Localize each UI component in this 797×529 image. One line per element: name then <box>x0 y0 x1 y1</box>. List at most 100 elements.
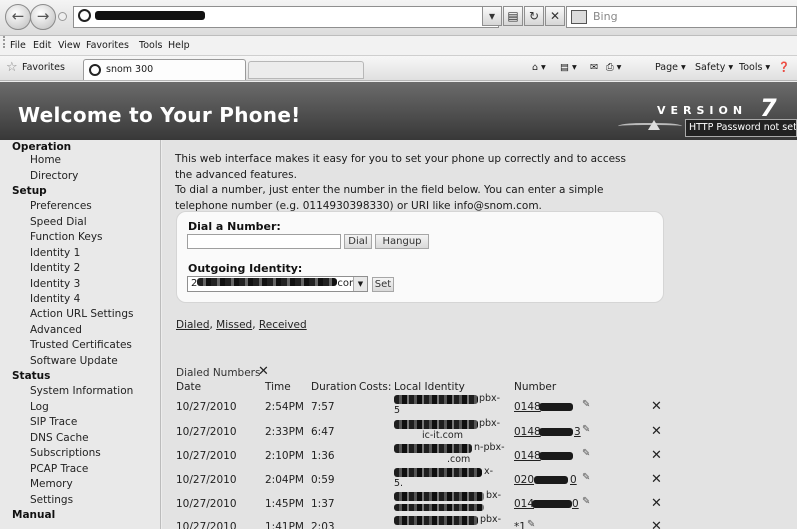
address-dropdown-button[interactable]: ▾ <box>482 6 502 26</box>
safety-menu[interactable]: Safety ▾ <box>695 62 733 73</box>
sidebar-item-directory[interactable]: Directory <box>30 170 78 182</box>
favorites-button[interactable]: Favorites <box>22 62 65 73</box>
tab-snom[interactable]: snom 300 <box>83 59 246 80</box>
new-tab-button[interactable] <box>248 61 364 79</box>
main-content: This web interface makes it easy for you… <box>162 140 797 529</box>
home-icon[interactable]: ⌂ ▾ <box>532 62 546 73</box>
back-button[interactable]: ← <box>5 4 31 30</box>
row-5-date: 10/27/2010 <box>176 498 237 510</box>
sidebar-item-advanced[interactable]: Advanced <box>30 324 82 336</box>
dial-number-label: Dial a Number: <box>188 220 281 233</box>
sidebar-item-identity-1[interactable]: Identity 1 <box>30 247 80 259</box>
menu-view[interactable]: View <box>58 36 81 55</box>
row-2-identity-line2: ic-it.com <box>422 430 463 441</box>
stop-button[interactable]: ✕ <box>545 6 565 26</box>
edit-icon[interactable]: ✎ <box>582 472 590 483</box>
sidebar-item-action-url[interactable]: Action URL Settings <box>30 308 133 320</box>
set-identity-button[interactable]: Set <box>372 277 394 292</box>
delete-icon[interactable]: ✕ <box>651 399 662 414</box>
clear-list-icon[interactable]: ✕ <box>258 364 269 379</box>
forward-button[interactable]: → <box>30 4 56 30</box>
version-number: 7 <box>760 94 777 122</box>
row-5-number-redacted <box>532 500 572 508</box>
sidebar-item-sip-trace[interactable]: SIP Trace <box>30 416 77 428</box>
menu-edit[interactable]: Edit <box>33 36 51 55</box>
sidebar-item-function-keys[interactable]: Function Keys <box>30 231 103 243</box>
print-icon[interactable]: ⎙ ▾ <box>606 62 621 73</box>
dialed-link[interactable]: Dialed <box>176 319 209 331</box>
page-icon <box>89 64 101 76</box>
menu-help[interactable]: Help <box>168 36 190 55</box>
address-bar[interactable] <box>73 6 499 28</box>
recent-pages-dropdown[interactable] <box>58 12 67 21</box>
menu-file[interactable]: File <box>10 36 26 55</box>
chevron-down-icon[interactable]: ▼ <box>353 277 367 291</box>
chevron-down-icon: ▾ <box>488 9 496 23</box>
delete-icon[interactable]: ✕ <box>651 472 662 487</box>
row-6-duration: 2:03 <box>311 521 335 529</box>
row-1-time: 2:54PM <box>265 401 304 413</box>
help-icon[interactable]: ❓ <box>778 62 790 73</box>
row-2-number-suffix: 3 <box>574 426 581 438</box>
edit-icon[interactable]: ✎ <box>582 424 590 435</box>
password-warning[interactable]: HTTP Password not set <box>685 119 797 137</box>
tab-title: snom 300 <box>106 64 154 75</box>
sidebar-item-log[interactable]: Log <box>30 401 49 413</box>
sidebar-item-settings[interactable]: Settings <box>30 494 73 506</box>
edit-icon[interactable]: ✎ <box>582 496 590 507</box>
sidebar-heading-manual[interactable]: Manual <box>12 509 55 521</box>
delete-icon[interactable]: ✕ <box>651 496 662 511</box>
menu-favorites[interactable]: Favorites <box>86 36 129 55</box>
row-4-number[interactable]: 020 <box>514 474 534 486</box>
sidebar-item-memory[interactable]: Memory <box>30 478 73 490</box>
delete-icon[interactable]: ✕ <box>651 519 662 529</box>
sidebar-item-identity-3[interactable]: Identity 3 <box>30 278 80 290</box>
sidebar-item-home[interactable]: Home <box>30 154 61 166</box>
row-2-date: 10/27/2010 <box>176 426 237 438</box>
row-6-number[interactable]: *1 <box>514 521 526 529</box>
safety-menu-label: Safety <box>695 62 726 73</box>
row-5-time: 1:45PM <box>265 498 304 510</box>
menu-tools[interactable]: Tools <box>139 36 162 55</box>
feeds-icon[interactable]: ▤ ▾ <box>560 62 577 73</box>
compatibility-view-button[interactable]: ▤ <box>503 6 523 26</box>
sidebar-item-subscriptions[interactable]: Subscriptions <box>30 447 101 459</box>
delete-icon[interactable]: ✕ <box>651 424 662 439</box>
row-4-identity-tail: x- <box>484 466 494 477</box>
row-1-identity-tail: pbx- <box>479 393 501 404</box>
edit-icon[interactable]: ✎ <box>582 448 590 459</box>
sidebar-item-identity-4[interactable]: Identity 4 <box>30 293 80 305</box>
outgoing-identity-select[interactable]: 2 com ▼ <box>187 276 368 292</box>
missed-link[interactable]: Missed <box>216 319 252 331</box>
sidebar-item-pcap-trace[interactable]: PCAP Trace <box>30 463 88 475</box>
refresh-button[interactable]: ↻ <box>524 6 544 26</box>
sidebar-item-dns-cache[interactable]: DNS Cache <box>30 432 89 444</box>
outgoing-identity-label: Outgoing Identity: <box>188 262 303 275</box>
row-3-number-redacted <box>539 452 573 460</box>
page-menu[interactable]: Page ▾ <box>655 62 686 73</box>
page-title: Welcome to Your Phone! <box>18 103 301 127</box>
toolbar-grip <box>3 36 5 48</box>
row-6-identity-redacted <box>394 516 478 525</box>
hangup-button[interactable]: Hangup <box>375 234 429 249</box>
tools-menu[interactable]: Tools ▾ <box>739 62 770 73</box>
edit-icon[interactable]: ✎ <box>582 399 590 410</box>
sidebar-item-identity-2[interactable]: Identity 2 <box>30 262 80 274</box>
version-label: VERSION <box>657 104 748 117</box>
mail-icon[interactable]: ✉ <box>590 62 598 73</box>
sidebar-item-system-information[interactable]: System Information <box>30 385 133 397</box>
delete-icon[interactable]: ✕ <box>651 448 662 463</box>
row-1-number[interactable]: 0148 <box>514 401 541 413</box>
sidebar-item-software-update[interactable]: Software Update <box>30 355 118 367</box>
row-2-number[interactable]: 0148 <box>514 426 541 438</box>
sidebar-item-trusted-certificates[interactable]: Trusted Certificates <box>30 339 132 351</box>
row-3-number[interactable]: 0148 <box>514 450 541 462</box>
dial-button[interactable]: Dial <box>344 234 372 249</box>
sidebar-item-speed-dial[interactable]: Speed Dial <box>30 216 87 228</box>
received-link[interactable]: Received <box>259 319 307 331</box>
row-5-identity-redacted-line2 <box>394 504 484 511</box>
edit-icon[interactable]: ✎ <box>527 519 535 529</box>
sidebar-item-preferences[interactable]: Preferences <box>30 200 92 212</box>
search-input[interactable]: Bing <box>566 6 797 28</box>
dial-number-input[interactable] <box>187 234 341 249</box>
